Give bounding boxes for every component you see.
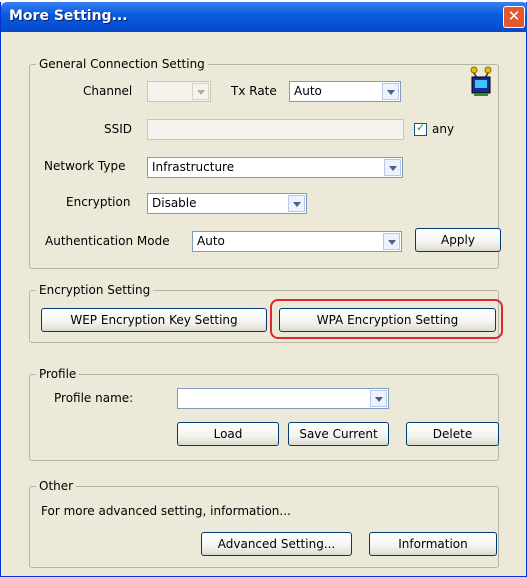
dialog-window: More Setting... ✕ General Connection Set… [0,2,527,577]
chevron-down-icon [383,233,400,250]
encryption-select[interactable]: Disable [147,193,307,214]
network-adapter-icon [470,66,492,96]
tx-rate-label: Tx Rate [231,84,277,98]
other-legend: Other [36,479,77,493]
chevron-down-icon [370,390,387,407]
encryption-label: Encryption [66,195,131,209]
tx-rate-value: Auto [294,84,322,98]
general-connection-legend: General Connection Setting [36,57,208,71]
other-description: For more advanced setting, information..… [41,504,291,518]
chevron-down-icon [288,195,305,212]
channel-select[interactable] [147,81,211,102]
profile-name-label: Profile name: [54,391,134,405]
any-checkbox[interactable] [414,121,427,136]
network-type-select[interactable]: Infrastructure [147,157,403,178]
chevron-down-icon [382,83,399,100]
apply-button[interactable]: Apply [415,228,501,252]
window-title: More Setting... [9,8,128,24]
close-button[interactable]: ✕ [503,6,525,28]
profile-name-select[interactable] [177,388,389,409]
information-button[interactable]: Information [369,532,497,556]
wep-encryption-key-setting-button[interactable]: WEP Encryption Key Setting [41,308,267,332]
wpa-encryption-setting-button[interactable]: WPA Encryption Setting [279,308,496,332]
authentication-mode-value: Auto [197,234,225,248]
network-type-value: Infrastructure [152,160,235,174]
tx-rate-select[interactable]: Auto [289,81,401,102]
advanced-setting-button[interactable]: Advanced Setting... [201,532,352,556]
encryption-setting-legend: Encryption Setting [36,283,154,297]
network-type-label: Network Type [44,159,126,173]
chevron-down-icon [192,83,209,100]
profile-legend: Profile [36,367,80,381]
chevron-down-icon [384,159,401,176]
any-label: any [432,122,455,136]
close-icon: ✕ [507,7,521,25]
encryption-value: Disable [152,196,197,210]
authentication-mode-select[interactable]: Auto [192,231,402,252]
ssid-input[interactable] [147,119,404,140]
title-bar[interactable]: More Setting... ✕ [1,2,527,32]
channel-label: Channel [83,84,133,98]
authentication-mode-label: Authentication Mode [45,234,170,248]
ssid-label: SSID [104,122,133,136]
save-current-button[interactable]: Save Current [288,422,389,446]
load-button[interactable]: Load [177,422,279,446]
delete-button[interactable]: Delete [406,422,499,446]
